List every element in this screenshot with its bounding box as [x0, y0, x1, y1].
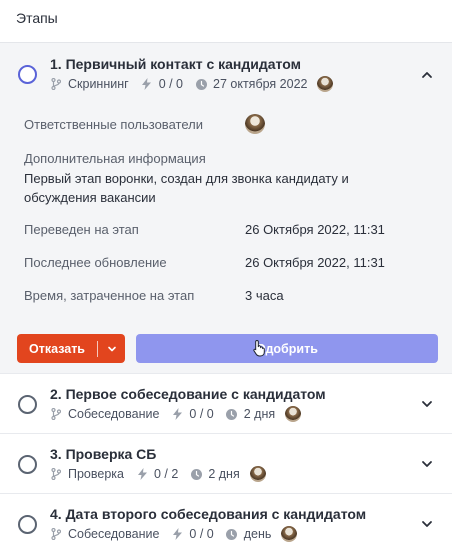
info-label: Дополнительная информация	[24, 151, 206, 166]
stage-count: 0 / 0	[189, 407, 214, 421]
stage-meta: Проверка 0 / 2 2 дня	[50, 466, 266, 482]
stage-radio[interactable]	[18, 515, 37, 534]
avatar[interactable]	[317, 76, 334, 92]
responsible-label: Ответственные пользователи	[24, 117, 203, 132]
clock-icon	[226, 407, 238, 421]
stage-type: Собеседование	[68, 527, 160, 541]
stage-radio[interactable]	[18, 455, 37, 474]
lightning-icon	[171, 407, 183, 421]
spent-label: Время, затраченное на этап	[24, 288, 195, 303]
chevron-down-icon	[107, 346, 116, 351]
stage-type: Проверка	[68, 467, 124, 481]
stage-title[interactable]: 4. Дата второго собеседования с кандидат…	[50, 506, 366, 522]
stage-card-3[interactable]: 3. Проверка СБ Проверка 0 / 2 2 дня	[0, 433, 452, 493]
stage-card-4[interactable]: 4. Дата второго собеседования с кандидат…	[0, 493, 452, 542]
reject-button-label: Отказать	[28, 341, 85, 356]
section-title: Этапы	[16, 10, 58, 26]
updated-value: 26 Октября 2022, 11:31	[245, 255, 385, 270]
branch-icon	[50, 77, 62, 91]
hand-cursor-icon	[253, 339, 267, 357]
clock-icon	[195, 77, 207, 91]
approve-button[interactable]: Одобрить	[136, 334, 438, 363]
stage-type: Скриннинг	[68, 77, 129, 91]
stage-meta: Собеседование 0 / 0 2 дня	[50, 406, 302, 422]
stage-type: Собеседование	[68, 407, 160, 421]
avatar[interactable]	[249, 466, 266, 482]
clock-icon	[190, 467, 202, 481]
avatar[interactable]	[285, 406, 302, 422]
stage-time: день	[243, 527, 272, 541]
stage-title[interactable]: 3. Проверка СБ	[50, 446, 156, 462]
stage-meta: Собеседование 0 / 0 день	[50, 526, 298, 542]
reject-button[interactable]: Отказать	[17, 334, 125, 363]
stage-count: 0 / 0	[189, 527, 214, 541]
chevron-down-icon[interactable]	[420, 517, 434, 531]
responsible-avatar[interactable]	[245, 114, 265, 134]
stage-card-1: 1. Первичный контакт с кандидатом Скринн…	[0, 42, 452, 373]
stage-count: 0 / 0	[158, 77, 184, 91]
branch-icon	[50, 407, 62, 421]
avatar[interactable]	[281, 526, 298, 542]
branch-icon	[50, 527, 62, 541]
stage-radio[interactable]	[18, 395, 37, 414]
stage-title[interactable]: 2. Первое собеседование с кандидатом	[50, 386, 326, 402]
stage-radio[interactable]	[18, 65, 37, 84]
stage-meta: Скриннинг 0 / 0 27 октября 2022	[50, 76, 334, 92]
stage-title[interactable]: 1. Первичный контакт с кандидатом	[50, 56, 301, 72]
reject-dropdown-toggle[interactable]	[98, 344, 125, 354]
chevron-down-icon[interactable]	[420, 397, 434, 411]
stage-time: 2 дня	[243, 407, 276, 421]
clock-icon	[226, 527, 238, 541]
info-text: Первый этап воронки, создан для звонка к…	[24, 171, 349, 205]
stage-count: 0 / 2	[154, 467, 179, 481]
chevron-up-icon[interactable]	[420, 68, 434, 82]
updated-label: Последнее обновление	[24, 255, 167, 270]
lightning-icon	[141, 77, 153, 91]
lightning-icon	[136, 467, 148, 481]
stage-time: 27 октября 2022	[213, 77, 308, 91]
stage-card-2[interactable]: 2. Первое собеседование с кандидатом Соб…	[0, 373, 452, 433]
lightning-icon	[171, 527, 183, 541]
branch-icon	[50, 467, 62, 481]
moved-label: Переведен на этап	[24, 222, 139, 237]
spent-value: 3 часа	[245, 288, 284, 303]
chevron-down-icon[interactable]	[420, 457, 434, 471]
stage-time: 2 дня	[208, 467, 240, 481]
moved-value: 26 Октября 2022, 11:31	[245, 222, 385, 237]
